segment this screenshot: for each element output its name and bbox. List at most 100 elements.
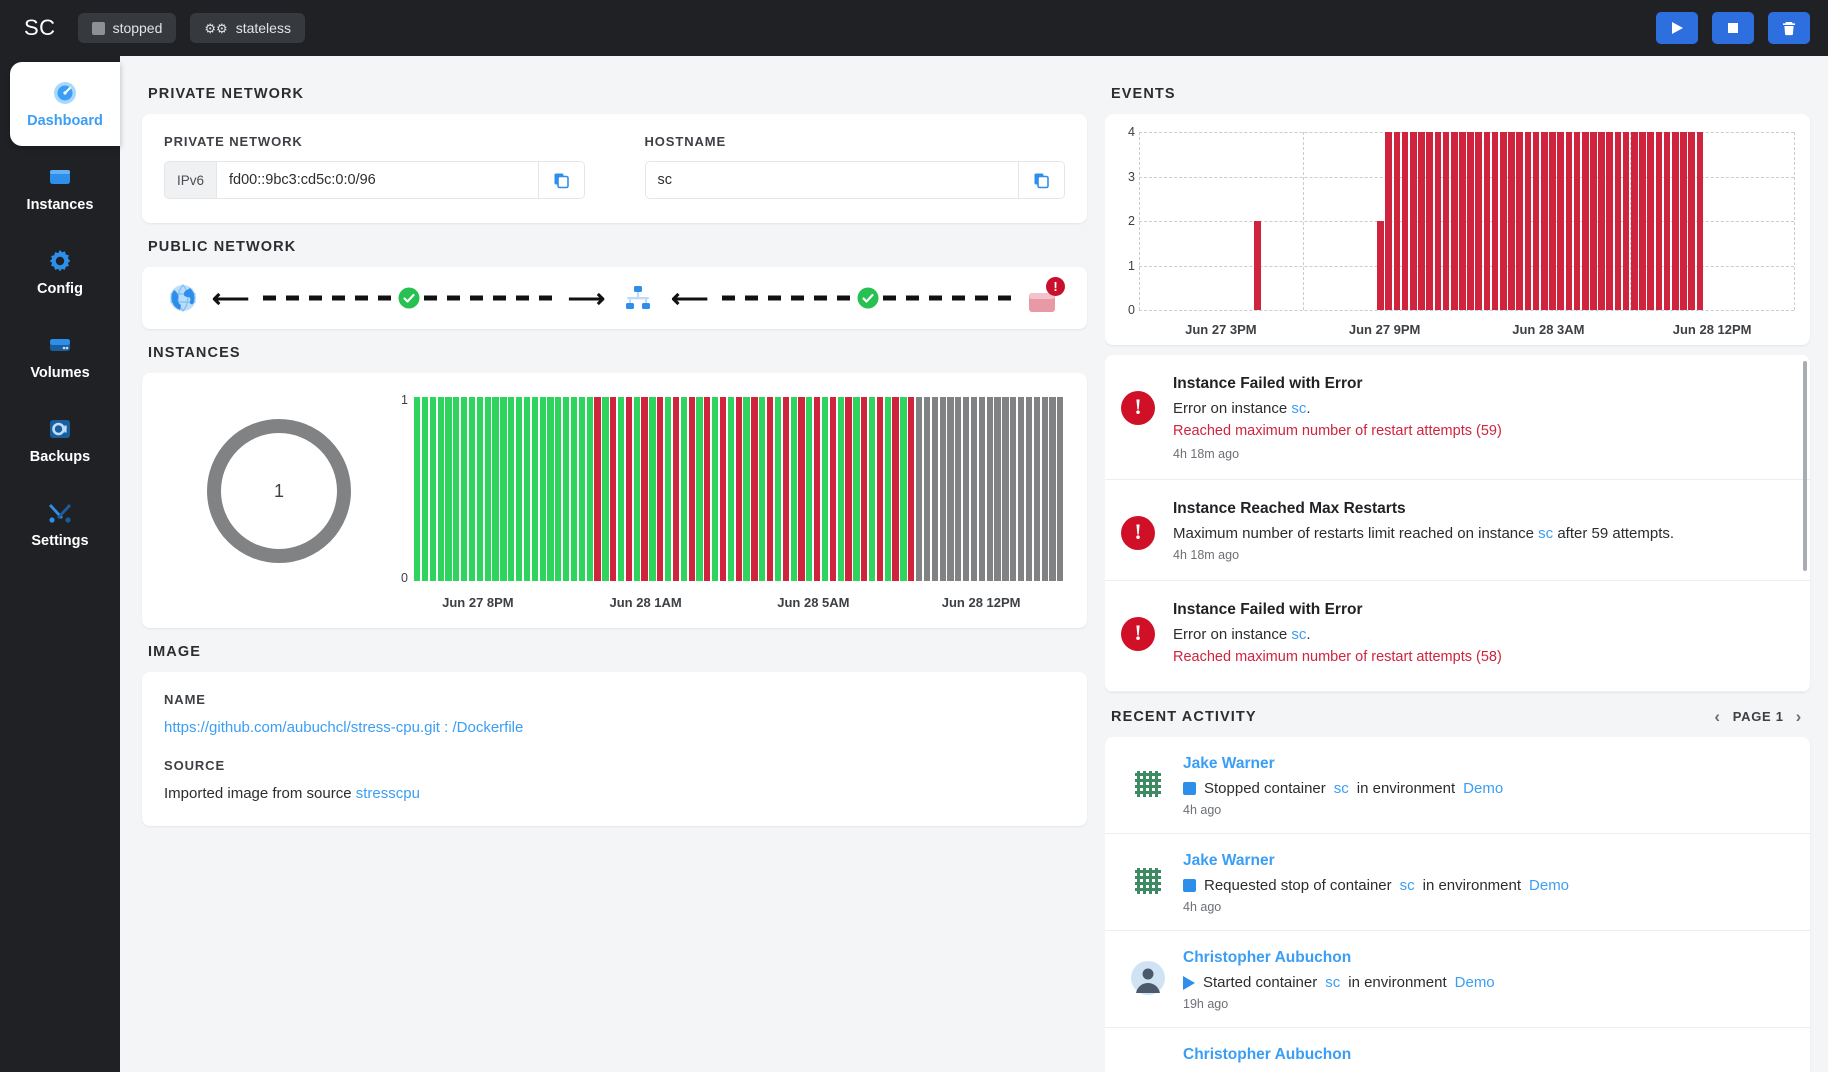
instances-bar	[806, 397, 813, 581]
instances-bar	[649, 397, 656, 581]
events-bar	[1434, 132, 1442, 310]
instances-bar	[680, 397, 687, 581]
activity-row[interactable]: Christopher Aubuchon	[1105, 1028, 1810, 1072]
events-bar	[1401, 132, 1409, 310]
instances-bar	[727, 397, 734, 581]
error-badge: !	[1046, 277, 1065, 296]
events-bar	[1590, 132, 1597, 310]
event-row[interactable]: ! Instance Failed with Error Error on in…	[1105, 581, 1810, 692]
events-bar	[1516, 132, 1524, 310]
event-resource-link[interactable]: sc	[1291, 400, 1306, 417]
stop-button[interactable]	[1712, 12, 1754, 44]
copy-icon	[554, 173, 569, 188]
sidebar-item-label: Instances	[26, 196, 94, 213]
sidebar-item-label: Backups	[29, 448, 91, 465]
sidebar-item-dashboard[interactable]: Dashboard	[10, 62, 120, 146]
instances-y-axis: 1 0	[394, 393, 408, 585]
next-page-button[interactable]: ›	[1796, 708, 1802, 725]
activity-resource-link[interactable]: sc	[1334, 780, 1349, 797]
stop-icon	[1728, 23, 1738, 33]
instances-bar	[1002, 397, 1009, 581]
network-switch-icon	[623, 283, 653, 313]
events-grid	[1139, 132, 1795, 311]
activity-row[interactable]: Jake Warner Stopped container sc in envi…	[1105, 737, 1810, 834]
image-name-link[interactable]: https://github.com/aubuchcl/stress-cpu.g…	[164, 719, 1065, 736]
activity-time: 4h ago	[1183, 803, 1222, 817]
instances-ytick: 0	[401, 571, 408, 585]
instances-bar	[672, 397, 680, 581]
instances-bar	[602, 397, 609, 581]
instances-bar	[900, 397, 907, 581]
events-bar	[1393, 132, 1401, 310]
event-resource-link[interactable]: sc	[1291, 626, 1306, 643]
event-title: Instance Reached Max Restarts	[1173, 500, 1406, 517]
event-row[interactable]: ! Instance Failed with Error Error on in…	[1105, 355, 1810, 480]
instances-bar	[1049, 397, 1056, 581]
events-bar	[1680, 132, 1687, 310]
sidebar-item-config[interactable]: Config	[0, 230, 120, 314]
instances-timeline-chart: 1 0 Jun 27 8PM Jun 28 1AM Jun 28 5AM Jun…	[394, 393, 1065, 610]
private-network-input[interactable]: fd00::9bc3:cd5c:0:0/96	[217, 162, 537, 198]
main-content: PRIVATE NETWORK PRIVATE NETWORK IPv6 fd0…	[120, 56, 1828, 1072]
check-ok-icon-2	[857, 287, 879, 309]
instances-bar	[1057, 397, 1064, 581]
error-icon: !	[1121, 617, 1155, 651]
instances-bar	[570, 397, 578, 581]
events-chart-card: 4 3 2 1 0 Jun 27 3PM Jun 27 9PM Jun 28 3…	[1105, 114, 1810, 345]
events-bar	[1688, 132, 1695, 310]
instances-xtick: Jun 28 12PM	[941, 595, 1021, 610]
sidebar-item-settings[interactable]: Settings	[0, 482, 120, 566]
gridline	[1794, 132, 1795, 310]
instances-bar	[845, 397, 852, 581]
activity-user[interactable]: Christopher Aubuchon	[1183, 949, 1786, 967]
activity-environment-link[interactable]: Demo	[1455, 974, 1495, 991]
public-network-card: ⟵ ⟶ ⟵ !	[142, 267, 1087, 329]
copy-hostname-button[interactable]	[1018, 162, 1064, 198]
activity-environment-link[interactable]: Demo	[1529, 877, 1569, 894]
drive-icon	[47, 332, 73, 358]
image-source-link[interactable]: stresscpu	[356, 785, 420, 802]
event-resource-link[interactable]: sc	[1538, 525, 1553, 542]
activity-user[interactable]: Christopher Aubuchon	[1183, 1046, 1786, 1064]
instances-bar	[531, 397, 538, 581]
status-badge: stopped	[77, 13, 177, 43]
delete-button[interactable]	[1768, 12, 1810, 44]
activity-row[interactable]: Christopher Aubuchon Started container s…	[1105, 931, 1810, 1028]
activity-user[interactable]: Jake Warner	[1183, 755, 1786, 773]
prev-page-button[interactable]: ‹	[1714, 708, 1720, 725]
instances-bar	[766, 397, 774, 581]
instances-bar	[970, 397, 978, 581]
sidebar-item-instances[interactable]: Instances	[0, 146, 120, 230]
event-error: Reached maximum number of restart attemp…	[1173, 649, 1502, 665]
instances-bar	[853, 397, 860, 581]
error-icon: !	[1121, 516, 1155, 550]
events-scrollbar[interactable]	[1803, 361, 1807, 571]
activity-row[interactable]: Jake Warner Requested stop of container …	[1105, 834, 1810, 931]
activity-environment-link[interactable]: Demo	[1463, 780, 1503, 797]
activity-user[interactable]: Jake Warner	[1183, 852, 1786, 870]
instances-bar	[414, 397, 421, 581]
right-column: EVENTS 4 3 2 1 0 Jun 27 3PM Jun 27 9PM J…	[1105, 56, 1828, 1072]
sidebar-item-volumes[interactable]: Volumes	[0, 314, 120, 398]
activity-time: 4h ago	[1183, 900, 1222, 914]
activity-action-prefix: Started container	[1203, 974, 1318, 991]
sidebar-item-backups[interactable]: Backups	[0, 398, 120, 482]
activity-resource-link[interactable]: sc	[1400, 877, 1415, 894]
instances-bar	[437, 397, 444, 581]
private-network-input-group: IPv6 fd00::9bc3:cd5c:0:0/96	[164, 161, 585, 199]
start-button[interactable]	[1656, 12, 1698, 44]
hostname-input[interactable]: sc	[646, 162, 1019, 198]
events-ytick: 0	[1128, 303, 1135, 317]
events-bars	[1139, 132, 1794, 310]
safe-icon	[47, 416, 73, 442]
gear-icon	[47, 248, 73, 274]
instances-bar	[994, 397, 1001, 581]
copy-private-network-button[interactable]	[537, 162, 584, 198]
instances-bar	[563, 397, 570, 581]
event-row[interactable]: ! Instance Reached Max Restarts Maximum …	[1105, 480, 1810, 581]
activity-resource-link[interactable]: sc	[1325, 974, 1340, 991]
instances-card: 1 1 0 Jun 27 8PM Jun 28 1AM Jun 28 5AM J…	[142, 373, 1087, 628]
hostname-field: HOSTNAME sc	[644, 134, 1065, 199]
instances-bar	[633, 397, 640, 581]
image-source-prefix: Imported image from source	[164, 785, 352, 802]
